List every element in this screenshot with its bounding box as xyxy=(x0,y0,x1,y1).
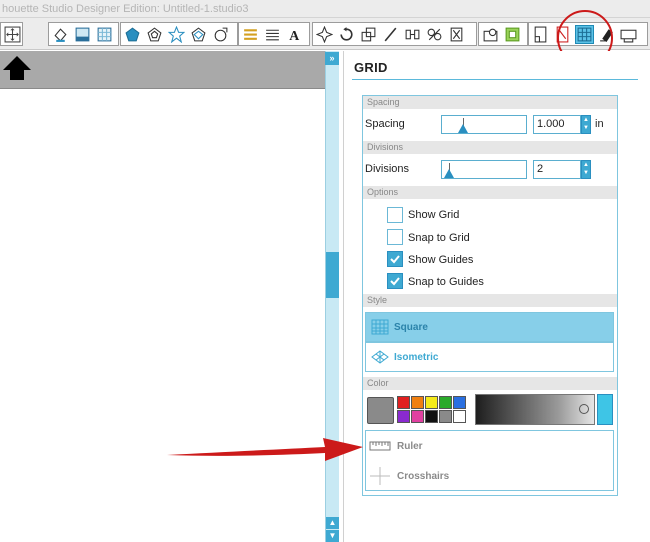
gradient-picker-handle[interactable] xyxy=(579,404,589,414)
square-grid-icon xyxy=(371,319,389,335)
knife-icon[interactable] xyxy=(447,25,466,44)
ruler-label: Ruler xyxy=(397,440,423,452)
crosshairs-icon xyxy=(370,467,390,485)
swatch-purple[interactable] xyxy=(397,410,410,423)
show-grid-label: Show Grid xyxy=(408,209,460,221)
group-icon[interactable] xyxy=(503,25,522,44)
pattern-icon[interactable] xyxy=(95,25,114,44)
ruler-option[interactable]: Ruler xyxy=(369,434,423,458)
color-swatch-palette xyxy=(397,396,473,423)
spacing-label: Spacing xyxy=(365,118,405,130)
grid-settings-panel: GRID Spacing Spacing 1.000 ▲ ▼ in Divisio… xyxy=(343,51,650,542)
show-grid-checkbox[interactable] xyxy=(387,207,403,223)
checkmark-icon xyxy=(390,255,400,264)
fill-tool-group xyxy=(48,22,119,46)
crosshairs-option[interactable]: Crosshairs xyxy=(369,464,449,488)
options-section-header: Options xyxy=(363,186,617,199)
design-canvas[interactable]: ▲ ▼ xyxy=(0,51,340,542)
swatch-green[interactable] xyxy=(439,396,452,409)
rotate-icon[interactable] xyxy=(337,25,356,44)
lines-icon[interactable] xyxy=(263,25,282,44)
style-square-option[interactable]: Square xyxy=(365,312,614,342)
isometric-grid-icon xyxy=(371,350,389,364)
toolbar: A xyxy=(0,18,650,50)
snap-to-guides-label: Snap to Guides xyxy=(408,276,484,288)
current-color-swatch[interactable] xyxy=(367,397,394,424)
move-icon[interactable] xyxy=(3,25,22,44)
hue-slider[interactable] xyxy=(597,394,613,425)
checkmark-icon xyxy=(390,277,400,286)
window-title: houette Studio Designer Edition: Untitle… xyxy=(0,0,650,18)
ruler-icon xyxy=(369,441,391,451)
spacing-stepper[interactable]: ▲ ▼ xyxy=(581,115,591,134)
spacing-section-header: Spacing xyxy=(363,96,617,109)
scrollbar-thumb[interactable] xyxy=(326,252,339,298)
divisions-input[interactable]: 2 xyxy=(533,160,581,179)
transform-tool-group xyxy=(312,22,477,46)
spacing-unit: in xyxy=(595,118,604,130)
swatch-black[interactable] xyxy=(425,410,438,423)
divisions-section-header: Divisions xyxy=(363,141,617,154)
panel-collapse-toggle[interactable]: » xyxy=(325,52,339,65)
style-section-header: Style xyxy=(363,294,617,307)
fill-bucket-icon[interactable] xyxy=(51,25,70,44)
canvas-header-bar xyxy=(0,51,325,89)
send-icon[interactable] xyxy=(619,25,638,44)
divisions-label: Divisions xyxy=(365,163,410,175)
style-square-label: Square xyxy=(394,321,428,333)
swatch-white[interactable] xyxy=(453,410,466,423)
grid-settings-box: Spacing Spacing 1.000 ▲ ▼ in Divisions Di… xyxy=(362,95,618,496)
replicate-icon[interactable] xyxy=(315,25,334,44)
color-gradient-picker[interactable] xyxy=(475,394,595,425)
swatch-red[interactable] xyxy=(397,396,410,409)
hexagon-icon[interactable] xyxy=(145,25,164,44)
swatch-pink[interactable] xyxy=(411,410,424,423)
style-isometric-label: Isometric xyxy=(394,351,439,363)
misc-tool-group xyxy=(478,22,528,46)
page-setup-icon[interactable] xyxy=(531,25,550,44)
panel-title: GRID xyxy=(354,60,388,75)
spacing-input[interactable]: 1.000 xyxy=(533,115,581,134)
show-guides-checkbox[interactable] xyxy=(387,251,403,267)
snap-to-grid-label: Snap to Grid xyxy=(408,232,470,244)
annotation-arrow-icon xyxy=(167,438,363,461)
star-icon[interactable] xyxy=(167,25,186,44)
svg-text:A: A xyxy=(289,27,299,42)
pentagon-icon[interactable] xyxy=(123,25,142,44)
shapes-tool-group xyxy=(120,22,238,46)
offset-icon[interactable] xyxy=(403,25,422,44)
shape-outline-icon[interactable] xyxy=(189,25,208,44)
show-guides-label: Show Guides xyxy=(408,254,474,266)
spacing-slider[interactable] xyxy=(441,115,527,134)
swatch-orange[interactable] xyxy=(411,396,424,409)
up-arrow-icon[interactable] xyxy=(0,54,34,82)
rotate-shape-icon[interactable] xyxy=(211,25,230,44)
crosshairs-label: Crosshairs xyxy=(397,470,450,482)
scroll-down-arrow-icon[interactable]: ▼ xyxy=(326,530,339,542)
divisions-slider[interactable] xyxy=(441,160,527,179)
divisions-stepper[interactable]: ▲ ▼ xyxy=(581,160,591,179)
line-icon[interactable] xyxy=(381,25,400,44)
page-tool-group xyxy=(0,22,23,46)
slider-knob[interactable] xyxy=(458,124,468,133)
panel-title-divider xyxy=(352,79,638,80)
text-icon[interactable]: A xyxy=(285,25,304,44)
align-icon[interactable] xyxy=(241,25,260,44)
slider-knob[interactable] xyxy=(444,169,454,178)
guide-tools-box: Ruler Crosshairs xyxy=(365,430,614,491)
trace-icon[interactable] xyxy=(425,25,444,44)
swatch-blue[interactable] xyxy=(453,396,466,409)
snap-to-guides-checkbox[interactable] xyxy=(387,273,403,289)
color-section-header: Color xyxy=(363,377,617,390)
scale-icon[interactable] xyxy=(359,25,378,44)
style-isometric-option[interactable]: Isometric xyxy=(365,342,614,372)
snap-to-grid-checkbox[interactable] xyxy=(387,229,403,245)
vertical-scrollbar[interactable]: ▲ ▼ xyxy=(325,51,339,542)
modify-icon[interactable] xyxy=(481,25,500,44)
swatch-gray[interactable] xyxy=(439,410,452,423)
line-style-icon[interactable] xyxy=(73,25,92,44)
swatch-yellow[interactable] xyxy=(425,396,438,409)
text-tool-group: A xyxy=(238,22,310,46)
scroll-up-arrow-icon[interactable]: ▲ xyxy=(326,517,339,529)
